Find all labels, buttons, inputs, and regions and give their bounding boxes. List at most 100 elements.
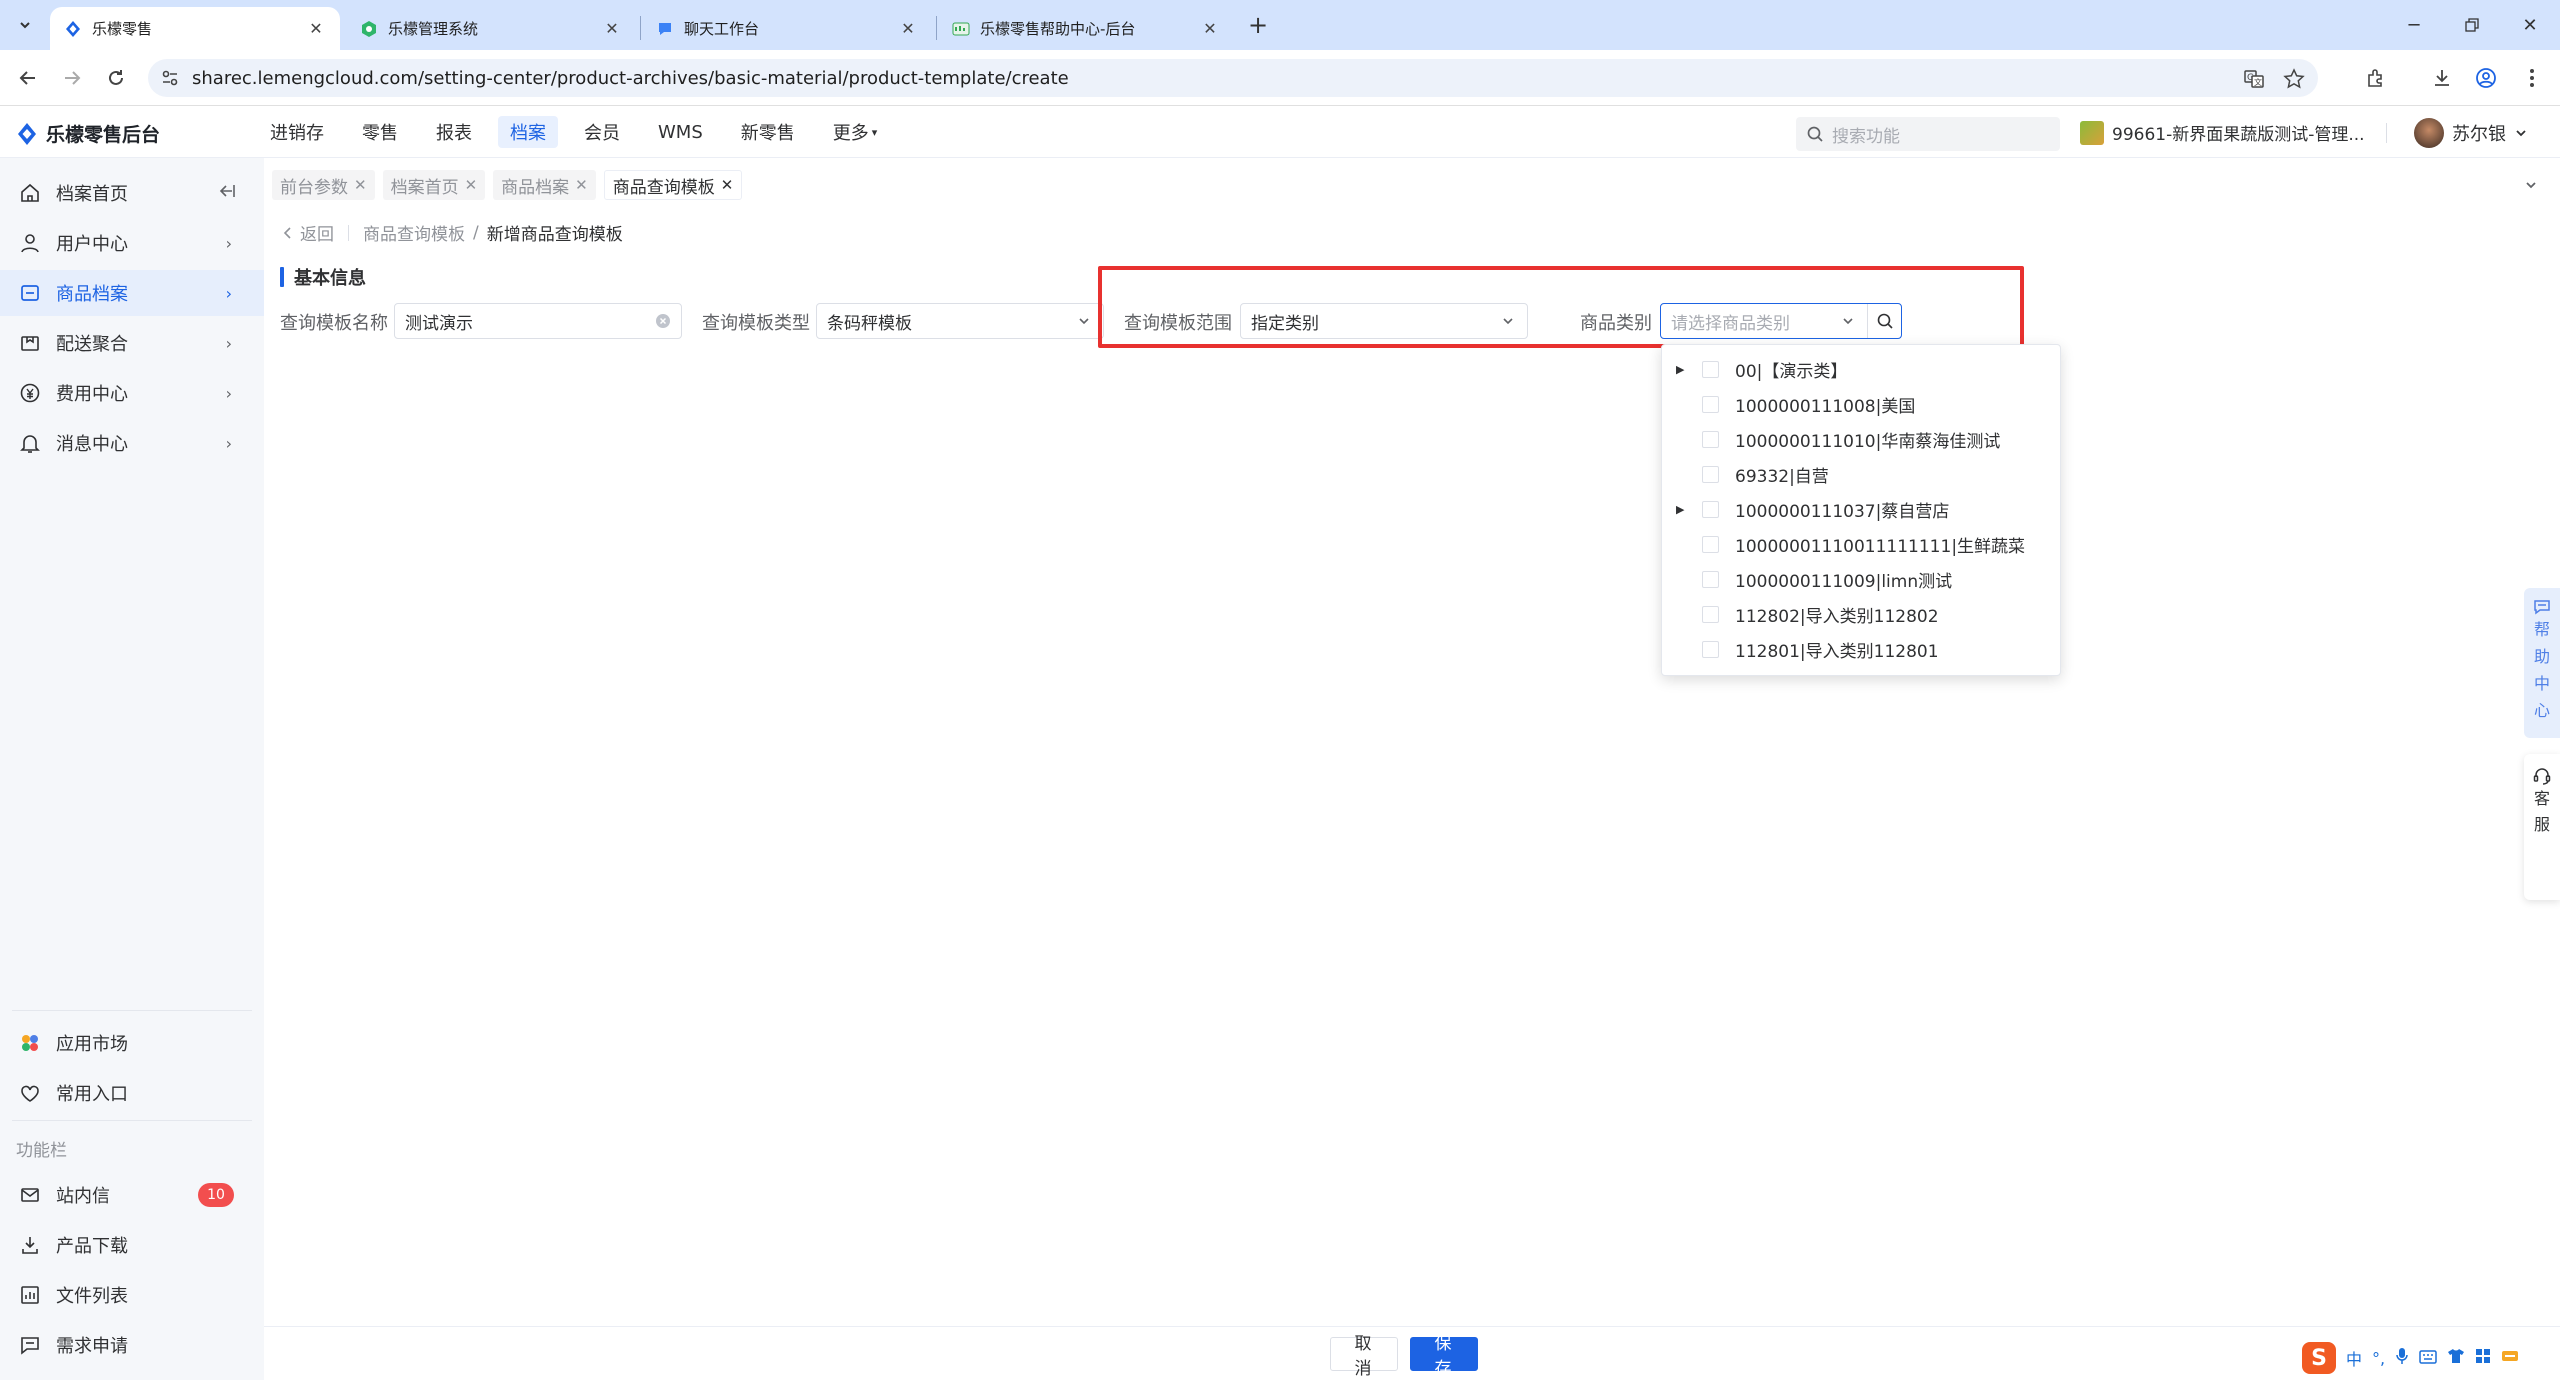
browser-tab-2[interactable]: 乐檬管理系统 ✕ [346, 7, 636, 50]
nav-item-members[interactable]: 会员 [572, 116, 632, 148]
tree-node[interactable]: 10000001110011111111|生鲜蔬菜 [1662, 527, 2062, 562]
template-name-input[interactable]: 测试演示 [394, 303, 682, 339]
sidebar-item-user-center[interactable]: 用户中心 › [0, 220, 264, 266]
store-selector[interactable]: 99661-新界面果蔬版测试-管理... [2080, 120, 2365, 145]
sidebar-item-app-market[interactable]: 应用市场 [0, 1020, 264, 1066]
minimize-button[interactable]: ─ [2396, 8, 2432, 42]
sidebar-item-file-list[interactable]: 文件列表 [0, 1272, 264, 1318]
tree-node[interactable]: 112802|导入类别112802 [1662, 597, 2062, 632]
customer-service-float-button[interactable]: 客 服 [2524, 754, 2560, 900]
toolbox-grid-icon[interactable] [2475, 1348, 2491, 1368]
nav-item-wms[interactable]: WMS [646, 116, 715, 148]
page-tab-product-archive[interactable]: 商品档案 ✕ [493, 170, 596, 200]
nav-item-more[interactable]: 更多 ▾ [821, 116, 890, 148]
new-tab-button[interactable]: + [1244, 11, 1272, 39]
restore-button[interactable] [2454, 8, 2490, 42]
bookmark-star-icon[interactable] [2280, 65, 2308, 93]
help-char: 帮 [2533, 620, 2550, 639]
microphone-icon[interactable] [2395, 1347, 2409, 1369]
window-close-button[interactable]: ✕ [2512, 8, 2548, 42]
sidebar-item-message-center[interactable]: 消息中心 › [0, 420, 264, 466]
tree-checkbox[interactable] [1702, 361, 1719, 378]
ime-language-toggle[interactable]: 中 [2346, 1346, 2362, 1370]
tree-node[interactable]: 69332|自营 [1662, 457, 2062, 492]
expand-triangle-icon[interactable]: ▶ [1676, 363, 1688, 376]
close-icon[interactable]: ✕ [602, 19, 622, 39]
close-icon[interactable]: ✕ [721, 176, 734, 194]
ime-extra-icon[interactable] [2501, 1348, 2519, 1368]
template-type-select[interactable]: 条码秤模板 [816, 303, 1104, 339]
category-search-button[interactable] [1867, 304, 1901, 338]
back-button[interactable] [12, 62, 44, 94]
page-tab-product-query-template[interactable]: 商品查询模板 ✕ [603, 170, 743, 200]
tree-node[interactable]: 1000000111009|limn测试 [1662, 562, 2062, 597]
browser-tab-3[interactable]: 聊天工作台 ✕ [642, 7, 932, 50]
sidebar-item-inbox[interactable]: 站内信 10 [0, 1172, 264, 1218]
sidebar-item-fee-center[interactable]: 费用中心 › [0, 370, 264, 416]
browser-tab-1[interactable]: 乐檬零售 ✕ [50, 7, 340, 50]
function-search-input[interactable]: 搜索功能 [1796, 117, 2060, 151]
sidebar-item-product-download[interactable]: 产品下载 [0, 1222, 264, 1268]
sidebar-item-product-archive[interactable]: 商品档案 › [0, 270, 264, 316]
sidebar-item-feature-request[interactable]: 需求申请 [0, 1322, 264, 1368]
tab-divider [640, 16, 641, 40]
tree-node[interactable]: 1000000111010|华南蔡海佳测试 [1662, 422, 2062, 457]
page-tab-frontend-params[interactable]: 前台参数 ✕ [272, 170, 375, 200]
tree-checkbox[interactable] [1702, 641, 1719, 658]
profile-icon[interactable] [2472, 64, 2500, 92]
nav-item-new-retail[interactable]: 新零售 [729, 116, 807, 148]
nav-item-archives[interactable]: 档案 [498, 116, 558, 148]
tree-checkbox[interactable] [1702, 536, 1719, 553]
keyboard-icon[interactable] [2419, 1349, 2437, 1368]
nav-item-reports[interactable]: 报表 [424, 116, 484, 148]
sogou-logo[interactable]: S [2302, 1342, 2336, 1374]
tree-node[interactable]: ▶ 1000000111037|蔡自营店 [1662, 492, 2062, 527]
tree-node[interactable]: 112801|导入类别112801 [1662, 632, 2062, 667]
extensions-icon[interactable] [2362, 64, 2390, 92]
tree-checkbox[interactable] [1702, 466, 1719, 483]
clear-icon[interactable] [655, 313, 671, 333]
page-tab-archive-home[interactable]: 档案首页 ✕ [382, 170, 486, 200]
breadcrumb-parent[interactable]: 商品查询模板 [363, 220, 465, 245]
close-icon[interactable]: ✕ [306, 19, 326, 39]
tree-node[interactable]: 1000000111008|美国 [1662, 387, 2062, 422]
close-icon[interactable]: ✕ [465, 176, 478, 194]
nav-item-retail[interactable]: 零售 [350, 116, 410, 148]
tree-checkbox[interactable] [1702, 571, 1719, 588]
close-icon[interactable]: ✕ [898, 19, 918, 39]
browser-tab-4[interactable]: 乐檬零售帮助中心-后台 ✕ [938, 7, 1234, 50]
translate-icon[interactable]: G文 [2240, 65, 2268, 93]
nav-item-inventory[interactable]: 进销存 [258, 116, 336, 148]
tree-checkbox[interactable] [1702, 501, 1719, 518]
tab-search-button[interactable] [10, 10, 40, 40]
site-info-icon[interactable] [152, 59, 188, 97]
user-menu[interactable]: 苏尔银 [2414, 118, 2528, 148]
close-icon[interactable]: ✕ [1200, 19, 1220, 39]
save-button[interactable]: 保 存 [1410, 1334, 1478, 1378]
back-link[interactable]: 返回 [282, 220, 334, 245]
template-scope-select[interactable]: 指定类别 [1240, 303, 1528, 339]
tree-checkbox[interactable] [1702, 431, 1719, 448]
cancel-button[interactable]: 取 消 [1330, 1334, 1398, 1378]
app-logo[interactable]: 乐檬零售后台 [16, 120, 160, 147]
forward-button[interactable] [56, 62, 88, 94]
tree-checkbox[interactable] [1702, 606, 1719, 623]
punctuation-icon[interactable]: °, [2372, 1349, 2385, 1368]
address-bar[interactable]: sharec.lemengcloud.com/setting-center/pr… [148, 59, 2318, 97]
tree-node[interactable]: ▶ 00|【演示类】 [1662, 352, 2062, 387]
collapse-sidebar-icon[interactable] [218, 183, 236, 203]
sidebar-item-delivery[interactable]: 配送聚合 › [0, 320, 264, 366]
tree-checkbox[interactable] [1702, 396, 1719, 413]
reload-button[interactable] [100, 62, 132, 94]
sidebar-item-favorites[interactable]: 常用入口 [0, 1070, 264, 1116]
sidebar-item-archive-home[interactable]: 档案首页 [0, 170, 264, 216]
skin-shirt-icon[interactable] [2447, 1348, 2465, 1368]
help-center-float-button[interactable]: 帮 助 中 心 [2524, 588, 2560, 738]
close-icon[interactable]: ✕ [575, 176, 588, 194]
expand-triangle-icon[interactable]: ▶ [1676, 503, 1688, 516]
page-tabs-more-button[interactable] [2516, 172, 2546, 198]
close-icon[interactable]: ✕ [354, 176, 367, 194]
category-select[interactable]: 请选择商品类别 [1660, 303, 1902, 339]
kebab-menu-icon[interactable] [2518, 64, 2546, 92]
download-icon[interactable] [2428, 64, 2456, 92]
